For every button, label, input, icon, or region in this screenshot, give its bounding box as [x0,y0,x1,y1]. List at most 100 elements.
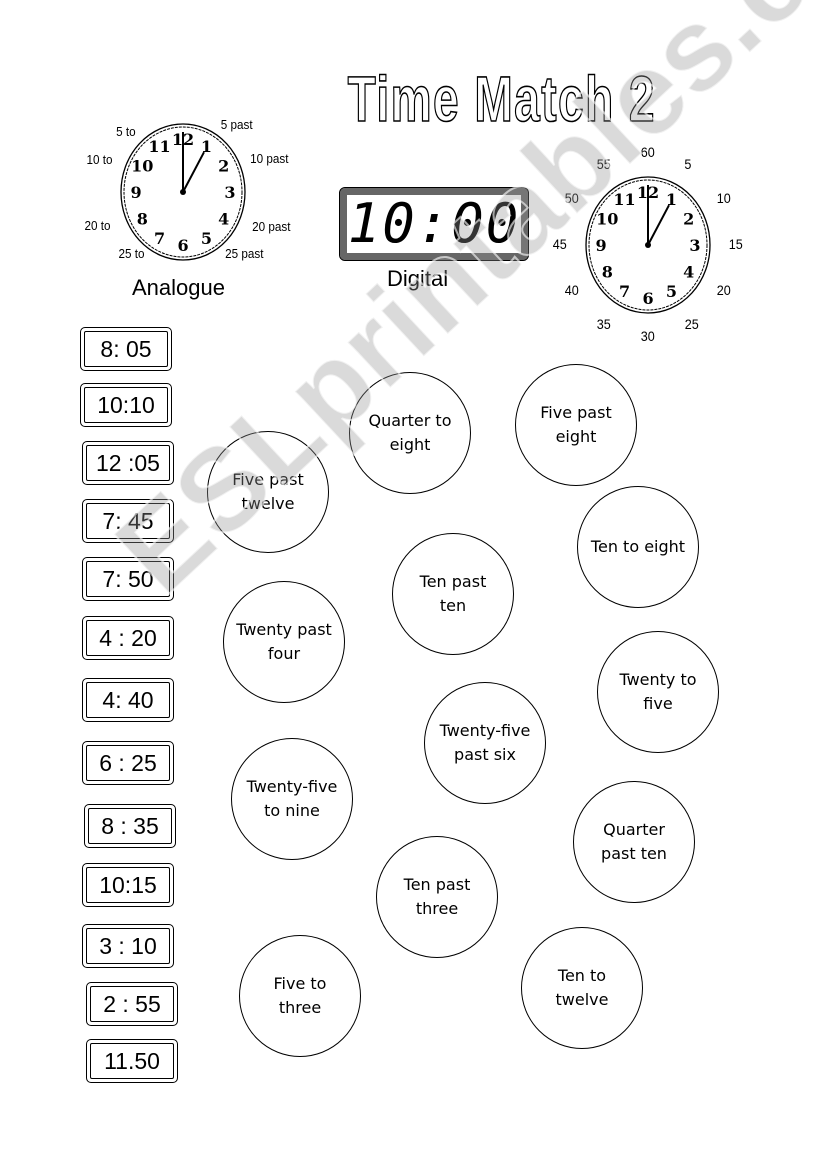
time-box: 4 : 20 [82,616,174,660]
time-value: 10:15 [86,867,170,903]
phrase-circle: Five past eight [515,364,637,486]
time-box: 6 : 25 [82,741,174,785]
phrase-text: Quarter to eight [368,411,452,454]
label-25-past: 25 past [225,246,264,261]
phrase-circle: Quarter past ten [573,781,695,903]
time-box: 3 : 10 [82,924,174,968]
phrase-circle: Ten past ten [392,533,514,655]
minute-label: 50 [564,190,579,206]
clock-numeral: 7 [154,229,165,248]
digital-caption: Digital [387,266,449,291]
clock-numeral: 6 [177,236,188,255]
phrase-text: Ten past ten [419,572,487,615]
phrase-text: Ten to eight [590,537,686,556]
clock-numeral: 11 [613,190,635,209]
minute-label: 35 [596,315,611,332]
phrase-circle: Ten to eight [577,486,699,608]
phrase-circle: Twenty-five past six [424,682,546,804]
phrase-text: Five past eight [540,403,612,446]
minute-label: 55 [596,156,611,173]
time-value: 4 : 20 [86,620,170,656]
clock-numeral: 9 [130,183,141,202]
label-5-past: 5 past [220,117,253,132]
label-10-to: 10 to [86,152,113,167]
minute-label: 5 [684,156,692,173]
time-value: 2 : 55 [90,986,174,1022]
minute-label: 10 [716,190,732,206]
phrase-text: Twenty to five [619,670,697,713]
phrase-text: Twenty past four [236,620,332,663]
minute-label: 25 [684,315,699,332]
minute-label: 15 [728,236,743,252]
digital-time: 10:00 [347,192,521,255]
time-box: 7: 45 [82,499,174,543]
phrase-circle: Twenty to five [597,631,719,753]
label-20-past: 20 past [252,219,291,234]
phrase-circle: Twenty-five to nine [231,738,353,860]
page-title: Time Match 2 [347,62,656,136]
phrase-circle: Ten to twelve [521,927,643,1049]
time-value: 7: 50 [86,561,170,597]
clock-numeral: 2 [218,157,229,176]
time-value: 8: 05 [84,331,168,367]
minute-label: 60 [640,144,655,160]
clock-numeral: 5 [666,282,677,301]
analogue-caption: Analogue [132,275,225,300]
time-box: 8: 05 [80,327,172,371]
label-25-to: 25 to [118,246,145,261]
time-box: 4: 40 [82,678,174,722]
minute-label: 45 [552,236,567,252]
minute-clock: 12 1234567891011 [585,176,711,314]
time-value: 7: 45 [86,503,170,539]
label-10-past: 10 past [250,151,289,166]
phrase-circle: Twenty past four [223,581,345,703]
clock-numeral: 8 [602,263,613,282]
time-value: 12 :05 [86,445,170,481]
minute-label: 40 [564,282,579,298]
clock-numeral: 10 [131,157,153,176]
clock-numeral: 5 [201,229,212,248]
clock-center [180,189,186,195]
phrase-circle: Five to three [239,935,361,1057]
time-box: 12 :05 [82,441,174,485]
label-20-to: 20 to [84,218,111,233]
minute-label: 20 [716,282,732,298]
phrase-text: Five past twelve [232,470,304,513]
time-box: 11.50 [86,1039,178,1083]
time-value: 11.50 [90,1043,174,1079]
phrase-text: Twenty-five past six [439,721,531,764]
time-value: 4: 40 [86,682,170,718]
hour-hand [647,204,670,246]
phrase-text: Quarter past ten [601,820,667,863]
phrase-text: Ten to twelve [555,966,609,1009]
clock-numeral: 6 [642,289,653,308]
minute-label: 30 [640,328,655,344]
time-box: 7: 50 [82,557,174,601]
digital-display: 10:00 [339,187,529,261]
phrase-circle: Quarter to eight [349,372,471,494]
clock-center [645,242,651,248]
label-5-to: 5 to [116,124,136,139]
clock-numeral: 9 [595,236,606,255]
clock-numeral: 2 [683,210,694,229]
phrase-circle: Five past twelve [207,431,329,553]
clock-numeral: 3 [224,183,235,202]
hour-hand [182,151,205,193]
time-box: 10:15 [82,863,174,907]
clock-numeral: 11 [148,137,170,156]
time-box: 10:10 [80,383,172,427]
phrase-text: Twenty-five to nine [246,777,338,820]
time-value: 3 : 10 [86,928,170,964]
time-value: 6 : 25 [86,745,170,781]
clock-numeral: 7 [619,282,630,301]
clock-numeral: 4 [683,263,694,282]
phrase-circle: Ten past three [376,836,498,958]
clock-numeral: 4 [218,210,229,229]
phrase-text: Ten past three [403,875,471,918]
clock-numeral: 10 [596,210,618,229]
phrase-text: Five to three [273,974,327,1017]
time-value: 10:10 [84,387,168,423]
clock-numeral: 3 [689,236,700,255]
time-box: 8 : 35 [84,804,176,848]
clock-numeral: 8 [137,210,148,229]
